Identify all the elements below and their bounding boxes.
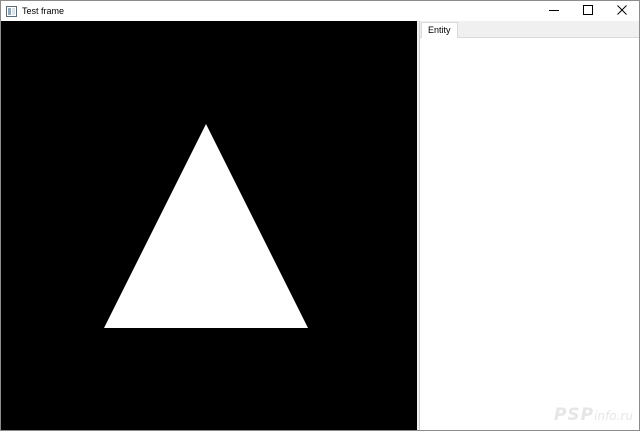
title-bar[interactable]: Test frame	[1, 1, 639, 21]
caption-buttons	[537, 1, 639, 21]
minimize-icon	[549, 2, 559, 20]
entity-tab-content	[420, 38, 639, 430]
watermark-main: PSP	[553, 405, 595, 425]
maximize-button[interactable]	[571, 1, 605, 21]
minimize-button[interactable]	[537, 1, 571, 21]
maximize-icon	[583, 2, 593, 20]
white-triangle	[104, 124, 308, 328]
watermark-logo: PSPinfo.ru	[554, 405, 633, 425]
app-window: Test frame Entity PSPinfo.ru	[0, 0, 640, 431]
tab-entity[interactable]: Entity	[421, 22, 458, 38]
render-viewport[interactable]	[1, 21, 417, 430]
entity-panel: Entity PSPinfo.ru	[419, 21, 639, 430]
app-window-icon[interactable]	[6, 5, 17, 17]
window-title: Test frame	[22, 6, 65, 16]
watermark-suffix: info.ru	[594, 409, 633, 423]
close-button[interactable]	[605, 1, 639, 21]
render-canvas	[104, 124, 308, 328]
tab-strip: Entity	[420, 21, 639, 38]
close-icon	[617, 2, 627, 20]
